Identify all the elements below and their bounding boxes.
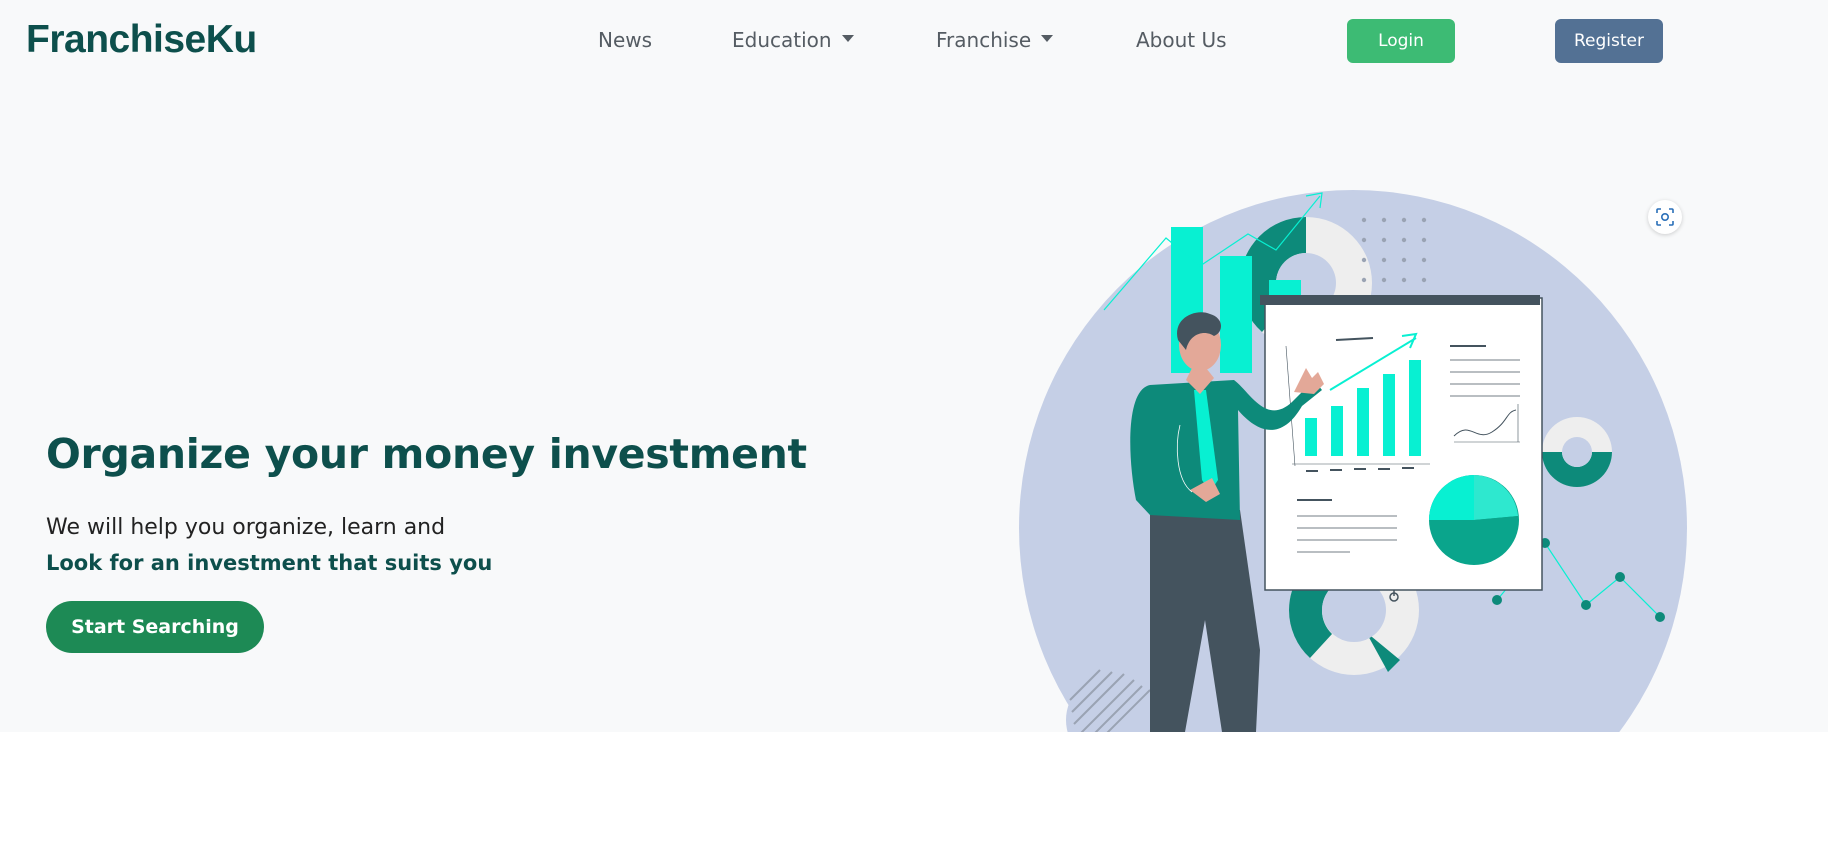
nav-dropdown-education[interactable]: Education <box>732 28 854 52</box>
hero-subtitle: We will help you organize, learn and <box>46 515 446 540</box>
nav-dropdown-franchise[interactable]: Franchise <box>936 28 1054 52</box>
nav-link-news[interactable]: News <box>598 28 652 52</box>
nav-link-label: Education <box>732 28 832 52</box>
nav-link-label: About Us <box>1136 28 1227 52</box>
navbar: FranchiseKu News Education Franchise Abo… <box>0 0 1828 82</box>
nav-link-label: Franchise <box>936 28 1032 52</box>
scan-icon <box>1656 208 1674 226</box>
page: FranchiseKu News Education Franchise Abo… <box>0 0 1828 852</box>
hero-subtitle-bold: Look for an investment that suits you <box>46 551 493 575</box>
login-button[interactable]: Login <box>1347 19 1455 63</box>
nav-link-about-us[interactable]: About Us <box>1136 28 1227 52</box>
presentation-board <box>1260 295 1543 602</box>
nav-link-label: News <box>598 28 653 52</box>
caret-down-icon <box>1041 35 1054 42</box>
brand-logo[interactable]: FranchiseKu <box>26 18 257 62</box>
hero-illustration <box>1019 190 1687 732</box>
register-button[interactable]: Register <box>1555 19 1663 63</box>
donut-chart-small <box>1542 417 1612 487</box>
scan-button[interactable] <box>1648 200 1682 234</box>
hero-title: Organize your money investment <box>46 430 807 478</box>
start-searching-button[interactable]: Start Searching <box>46 601 264 653</box>
caret-down-icon <box>841 35 854 42</box>
